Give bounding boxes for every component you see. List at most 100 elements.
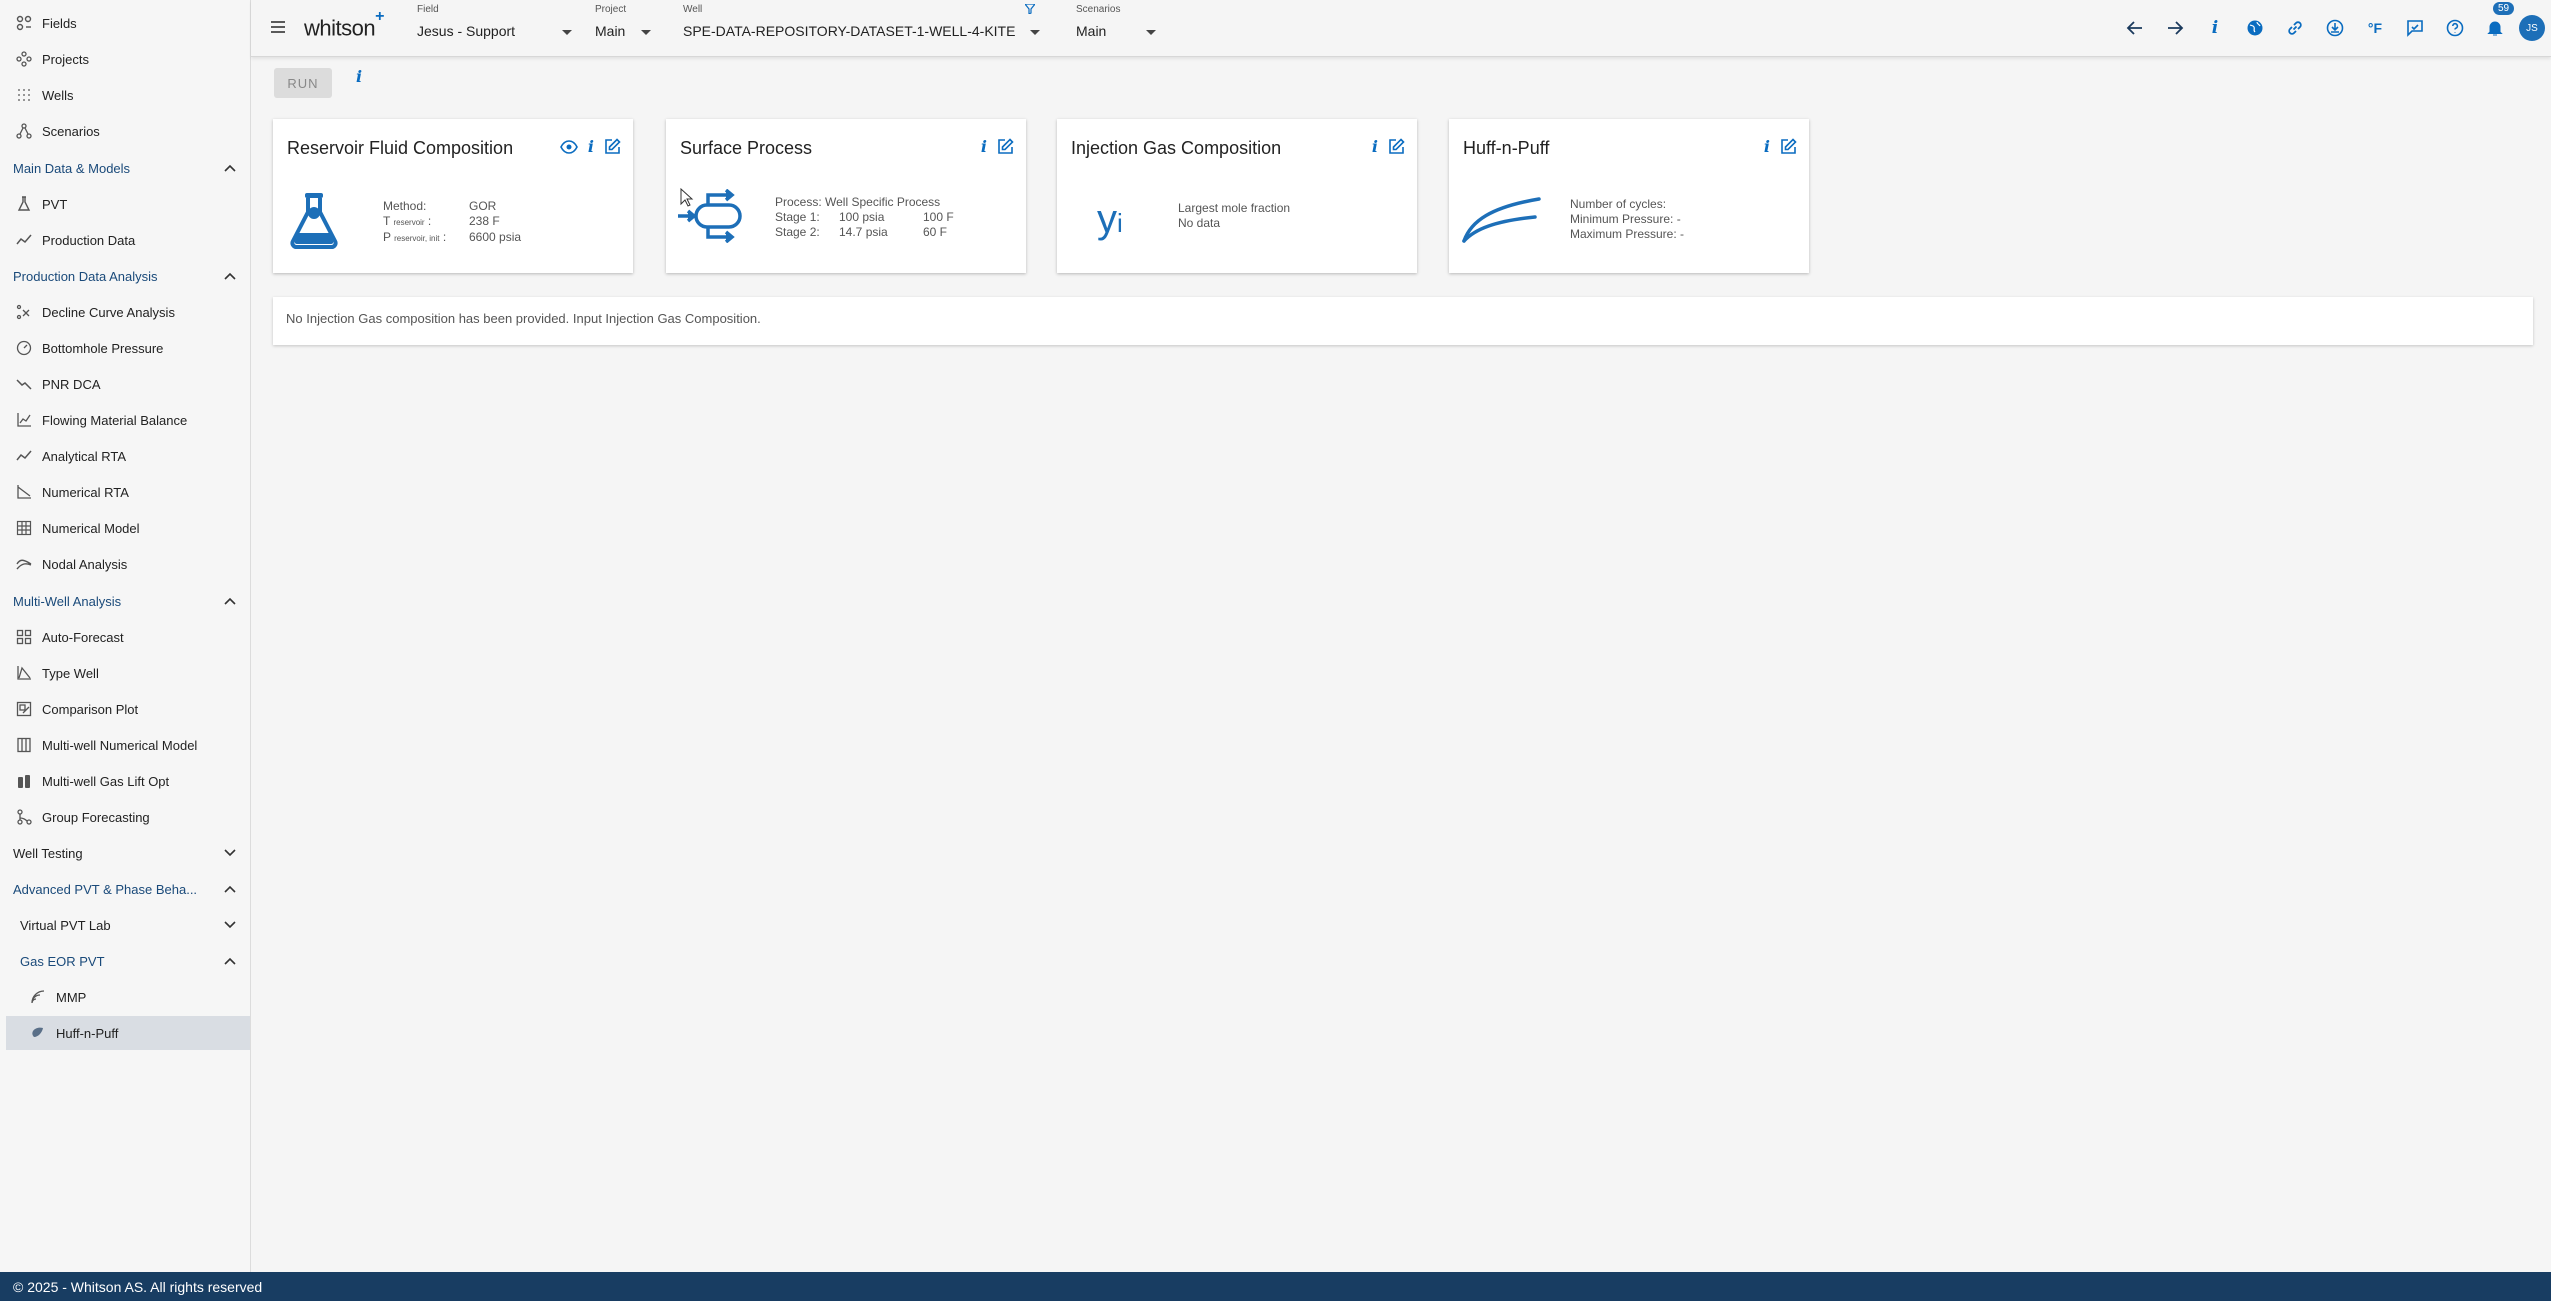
scenarios-value: Main <box>1076 23 1107 39</box>
eye-icon[interactable] <box>560 139 578 154</box>
sidebar-item-label: Auto-Forecast <box>42 629 124 645</box>
run-button[interactable]: RUN <box>274 68 332 98</box>
temperature-label: T <box>383 214 391 228</box>
sidebar-item-wells[interactable]: Wells <box>6 78 250 112</box>
feedback-chat-icon[interactable] <box>2395 12 2435 44</box>
edit-icon[interactable] <box>997 138 1014 155</box>
field-caption: Field <box>417 4 439 15</box>
sidebar-item-label: Numerical Model <box>42 520 140 536</box>
gas-cylinder-icon <box>6 773 42 789</box>
sidebar-item-projects[interactable]: Projects <box>6 42 250 76</box>
sidebar-item-type-well[interactable]: Type Well <box>6 656 250 690</box>
chevron-up-icon <box>224 272 236 280</box>
flask-icon <box>6 196 42 212</box>
help-icon[interactable] <box>2435 12 2475 44</box>
edit-icon[interactable] <box>1388 138 1405 155</box>
sidebar-item-label: Wells <box>42 87 74 103</box>
notifications-bell-icon[interactable]: 59 <box>2475 2 2515 44</box>
edit-icon[interactable] <box>604 138 621 155</box>
sidebar-item-numerical-model[interactable]: Numerical Model <box>6 511 250 545</box>
sidebar-item-auto-forecast[interactable]: Auto-Forecast <box>6 620 250 654</box>
sidebar-item-scenarios[interactable]: Scenarios <box>6 114 250 148</box>
huff-puff-curve-icon <box>1461 193 1541 245</box>
scenarios-icon <box>6 123 42 139</box>
project-select[interactable]: Project Main <box>595 4 651 50</box>
sidebar-item-dca[interactable]: Decline Curve Analysis <box>6 295 250 329</box>
temperature-subscript: reservoir <box>393 218 425 227</box>
info-icon[interactable]: i <box>1372 137 1378 156</box>
stage2-pressure: 14.7 psia <box>839 225 888 239</box>
globe-icon[interactable] <box>2235 12 2275 44</box>
sidebar-item-label: MMP <box>56 989 87 1005</box>
download-circle-icon[interactable] <box>2315 12 2355 44</box>
sidebar-item-fmb[interactable]: Flowing Material Balance <box>6 403 250 437</box>
section-advanced-pvt[interactable]: Advanced PVT & Phase Beha... <box>0 872 250 906</box>
sidebar-item-nodal-analysis[interactable]: Nodal Analysis <box>6 547 250 581</box>
section-gas-eor-pvt[interactable]: Gas EOR PVT <box>0 944 250 978</box>
sidebar-item-multiwell-numerical[interactable]: Multi-well Numerical Model <box>6 728 250 762</box>
wells-icon <box>6 87 42 103</box>
section-label: Main Data & Models <box>13 160 131 176</box>
user-avatar[interactable]: JS <box>2519 15 2545 41</box>
chevron-up-icon <box>224 885 236 893</box>
edit-icon[interactable] <box>1780 138 1797 155</box>
dropdown-caret-icon <box>641 30 651 35</box>
maximum-pressure-value: - <box>1680 227 1685 241</box>
reservoir-info: Method: GOR T reservoir :238 F P reservoi… <box>383 199 522 244</box>
section-label: Advanced PVT & Phase Beha... <box>13 881 198 897</box>
scenarios-caption: Scenarios <box>1076 4 1121 15</box>
decline-curve-icon <box>6 304 42 320</box>
unit-fahrenheit-icon[interactable]: °F <box>2355 12 2395 44</box>
sidebar-item-label: Type Well <box>42 665 99 681</box>
arrow-forward-icon[interactable] <box>2155 12 2195 44</box>
section-production-data-analysis[interactable]: Production Data Analysis <box>0 259 250 293</box>
chevron-up-icon <box>224 597 236 605</box>
section-virtual-pvt-lab[interactable]: Virtual PVT Lab <box>0 908 250 942</box>
dropdown-caret-icon <box>1030 30 1040 35</box>
sidebar-item-mmp[interactable]: MMP <box>20 980 250 1014</box>
flask-icon <box>287 191 341 249</box>
arrow-back-icon[interactable] <box>2115 12 2155 44</box>
section-multi-well-analysis[interactable]: Multi-Well Analysis <box>0 584 250 618</box>
sidebar-item-pvt[interactable]: PVT <box>6 187 250 221</box>
field-select[interactable]: Field Jesus - Support <box>417 4 572 50</box>
card-title: Huff-n-Puff <box>1463 138 1550 158</box>
sidebar-item-group-forecasting[interactable]: Group Forecasting <box>6 800 250 834</box>
process-text: Process: Well Specific Process <box>775 195 941 209</box>
sidebar-item-bhp[interactable]: Bottomhole Pressure <box>6 331 250 365</box>
sidebar-item-analytical-rta[interactable]: Analytical RTA <box>6 439 250 473</box>
section-label: Virtual PVT Lab <box>20 917 111 933</box>
pressure-subscript: reservoir, init <box>394 234 440 243</box>
sidebar-item-numerical-rta[interactable]: Numerical RTA <box>6 475 250 509</box>
chevron-up-icon <box>224 164 236 172</box>
section-main-data[interactable]: Main Data & Models <box>0 151 250 185</box>
info-icon[interactable]: i <box>2195 12 2235 44</box>
type-curve-icon <box>6 665 42 681</box>
chart-axes-icon <box>6 484 42 500</box>
minimum-pressure-value: - <box>1676 212 1681 226</box>
scenarios-select[interactable]: Scenarios Main <box>1076 4 1156 50</box>
info-icon[interactable]: i <box>356 67 362 86</box>
section-well-testing[interactable]: Well Testing <box>0 836 250 870</box>
info-icon[interactable]: i <box>981 137 987 156</box>
info-icon[interactable]: i <box>588 137 594 156</box>
app-logo[interactable]: whitson+ <box>304 8 384 41</box>
link-icon[interactable] <box>2275 12 2315 44</box>
filter-icon[interactable] <box>1025 4 1035 14</box>
well-select[interactable]: Well SPE-DATA-REPOSITORY-DATASET-1-WELL-… <box>683 4 1040 50</box>
logo-plus: + <box>375 8 384 25</box>
sidebar-item-comparison-plot[interactable]: Comparison Plot <box>6 692 250 726</box>
sidebar-item-label: Scenarios <box>42 123 100 139</box>
section-label: Multi-Well Analysis <box>13 593 122 609</box>
sidebar-item-pnr-dca[interactable]: PNR DCA <box>6 367 250 401</box>
stage2-label: Stage 2: <box>775 225 820 239</box>
sidebar-item-fields[interactable]: Fields <box>6 6 250 40</box>
sidebar-item-huff-n-puff[interactable]: Huff-n-Puff <box>6 1016 250 1050</box>
projects-icon <box>6 51 42 67</box>
surface-info: Process: Well Specific Process Stage 1: 1… <box>775 195 954 240</box>
info-icon[interactable]: i <box>1764 137 1770 156</box>
sidebar-item-production-data[interactable]: Production Data <box>6 223 250 257</box>
sidebar-item-gas-lift-opt[interactable]: Multi-well Gas Lift Opt <box>6 764 250 798</box>
hamburger-menu-icon[interactable] <box>267 16 289 38</box>
sidebar: Fields Projects Wells Scenarios Main Dat… <box>0 0 251 1272</box>
